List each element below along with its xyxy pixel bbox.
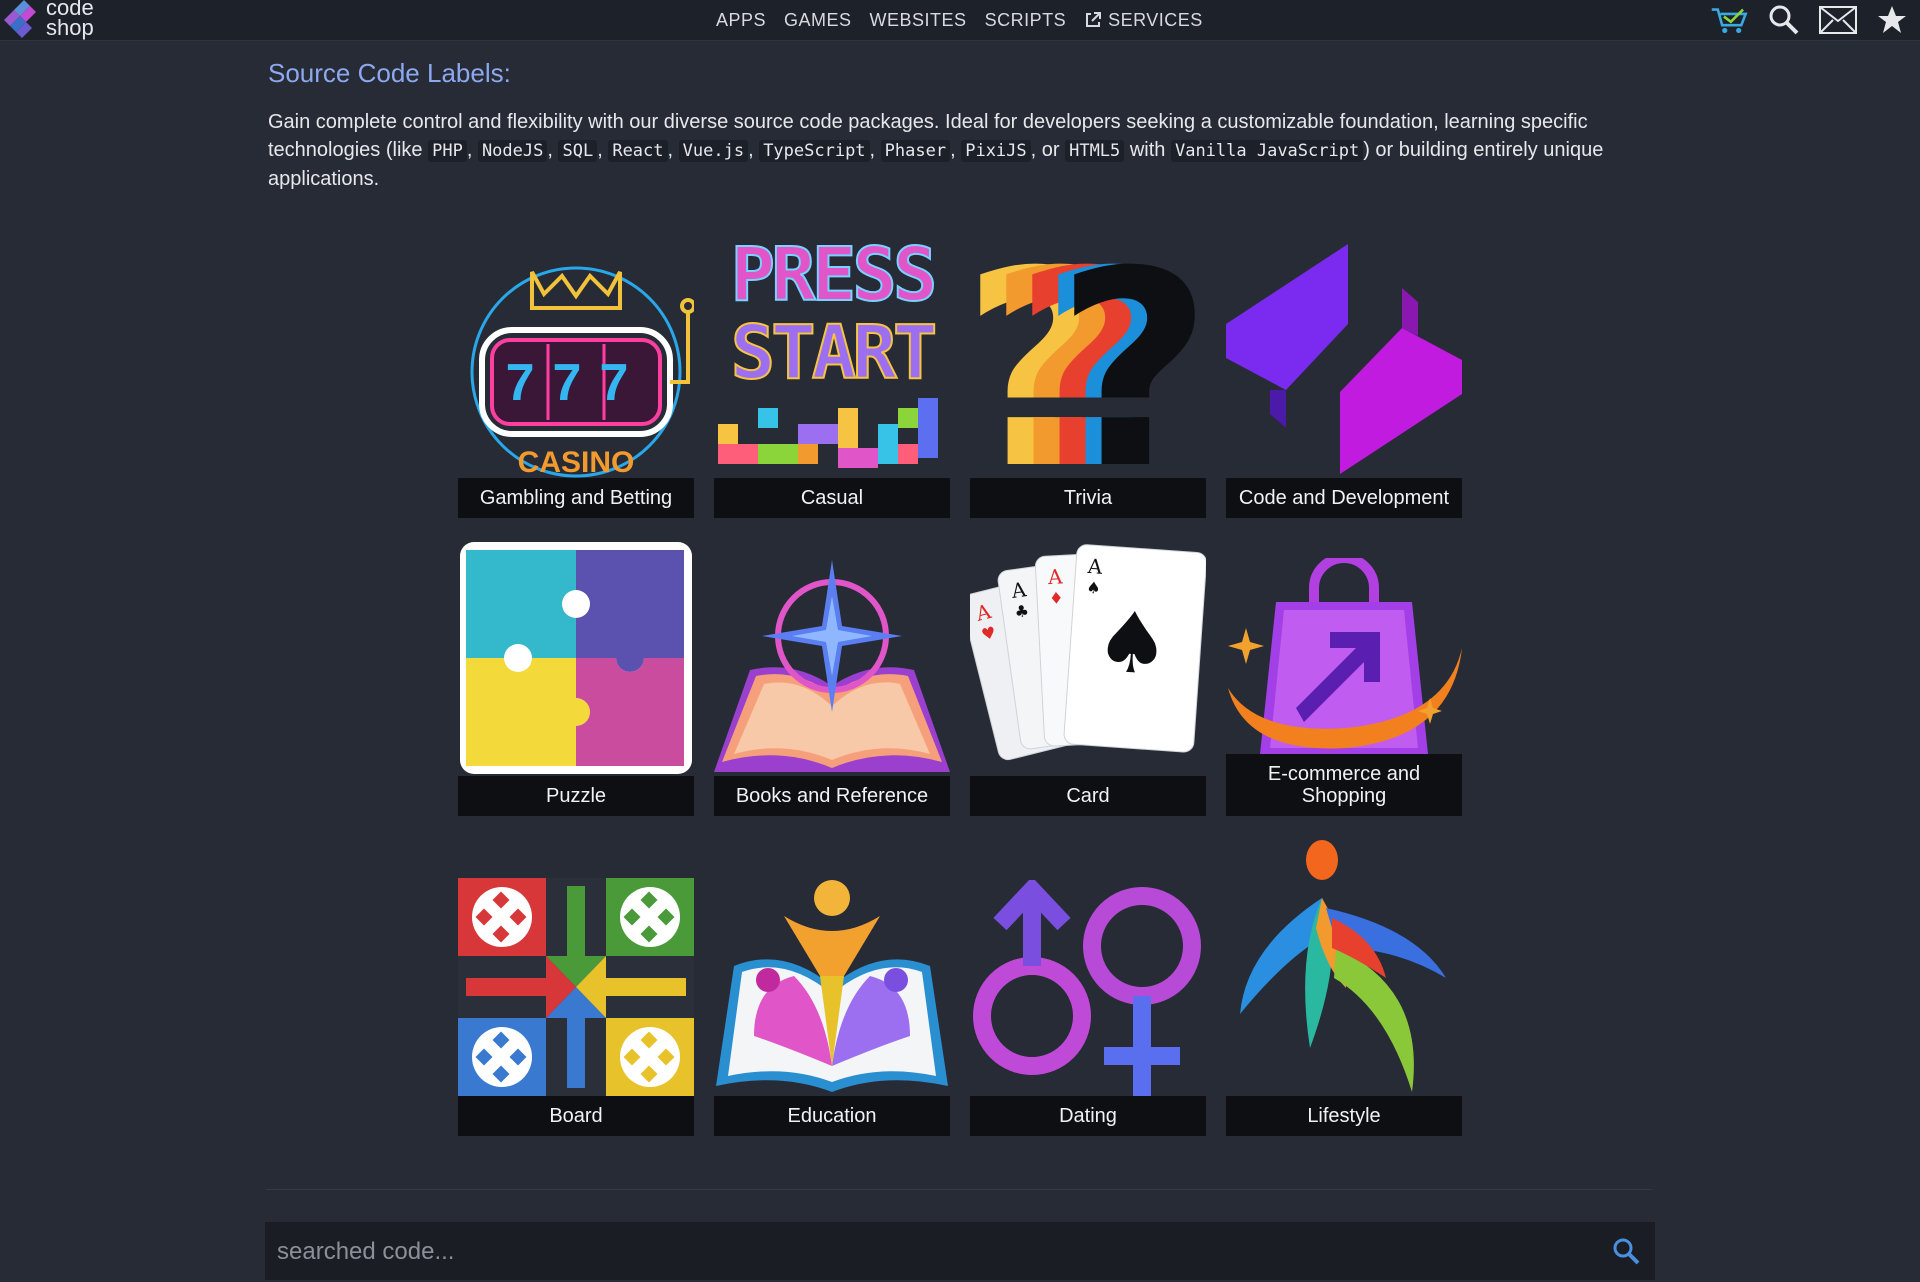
question-glyph: ? <box>1056 222 1206 478</box>
nav-services[interactable]: SERVICES <box>1084 10 1203 31</box>
code-search-input[interactable] <box>275 1222 1579 1282</box>
category-label: Education <box>714 1096 950 1136</box>
reels-text: 777 <box>506 354 647 412</box>
site-logo[interactable]: code shop <box>0 0 110 40</box>
intro-sep: , <box>466 139 478 161</box>
intro-sep: , <box>597 139 609 161</box>
external-link-icon <box>1086 12 1102 27</box>
intro-sep: , <box>869 139 881 161</box>
card-rank: A <box>1046 564 1063 589</box>
intro-sep: , <box>950 139 962 161</box>
card-rank: A <box>1086 554 1104 579</box>
intro-sep: , <box>547 139 559 161</box>
cart-button[interactable] <box>1710 2 1750 38</box>
gender-symbols-icon <box>973 880 1201 1096</box>
category-label: Lifestyle <box>1226 1096 1462 1136</box>
press-text: PRESS <box>731 238 934 318</box>
category-label: Trivia <box>970 478 1206 518</box>
logo-line-2: shop <box>46 15 94 40</box>
nav-games-label: GAMES <box>784 9 852 30</box>
category-card[interactable]: A ♥ A ♣ A ♦ A ♠ ♠ Card <box>970 542 1206 816</box>
section-divider <box>266 1189 1652 1190</box>
main-nav: APPS GAMES WEBSITES SCRIPTS SERVICES <box>716 0 1203 40</box>
category-books-and-reference[interactable]: Books and Reference <box>714 556 950 816</box>
casino-text: CASINO <box>518 446 635 478</box>
puzzle-icon <box>460 542 692 774</box>
nav-scripts[interactable]: SCRIPTS <box>985 10 1067 31</box>
category-board[interactable]: Board <box>458 878 694 1136</box>
section-intro: Gain complete control and flexibility wi… <box>268 108 1668 193</box>
category-dating[interactable]: Dating <box>970 880 1206 1136</box>
category-label: Dating <box>970 1096 1206 1136</box>
category-code-and-development[interactable]: Code and Development <box>1226 238 1462 518</box>
tetris-blocks <box>718 398 938 468</box>
nav-apps-label: APPS <box>716 9 767 30</box>
casino-slot-icon: 777 CASINO <box>470 266 694 478</box>
code-development-icon <box>1226 244 1462 474</box>
tech-vue: Vue.js <box>678 140 749 162</box>
code-search-bar <box>265 1222 1655 1282</box>
header-tools <box>1710 2 1912 38</box>
open-book-icon <box>716 880 948 1092</box>
mail-button[interactable] <box>1818 2 1858 38</box>
press-start-icon: PRESS START <box>718 238 940 468</box>
tech-html5: HTML5 <box>1065 140 1125 162</box>
category-label: Card <box>970 776 1206 816</box>
tech-php: PHP <box>428 140 467 162</box>
nav-scripts-label: SCRIPTS <box>984 9 1067 30</box>
nav-websites[interactable]: WEBSITES <box>870 10 967 31</box>
category-label: Gambling and Betting <box>458 478 694 518</box>
category-label: E-commerce and Shopping <box>1226 754 1462 816</box>
intro-sep: with <box>1124 139 1171 161</box>
nav-websites-label: WEBSITES <box>869 9 967 30</box>
nav-apps[interactable]: APPS <box>716 10 766 31</box>
category-puzzle[interactable]: Puzzle <box>458 540 694 816</box>
favorites-button[interactable] <box>1872 2 1912 38</box>
shopping-bag-icon <box>1228 558 1462 754</box>
tech-pixijs: PixiJS <box>961 140 1031 162</box>
start-text: START <box>731 310 935 396</box>
section-title: Source Code Labels: <box>268 58 511 88</box>
category-label: Casual <box>714 478 950 518</box>
category-label: Books and Reference <box>714 776 950 816</box>
category-casual[interactable]: PRESS START Casual <box>714 238 950 518</box>
search-button[interactable] <box>1764 2 1804 38</box>
category-trivia[interactable]: ? ? ? ? ? Trivia <box>970 222 1206 518</box>
tech-nodejs: NodeJS <box>477 140 548 162</box>
star-icon <box>1878 6 1906 33</box>
cart-icon <box>1711 8 1748 34</box>
intro-sep: , <box>667 139 679 161</box>
svg-text:♦: ♦ <box>1049 588 1064 608</box>
category-lifestyle[interactable]: Lifestyle <box>1226 838 1462 1136</box>
search-icon <box>1769 5 1799 35</box>
nav-services-label: SERVICES <box>1108 9 1203 30</box>
mail-icon <box>1819 6 1857 34</box>
top-navigation-bar: code shop APPS GAMES WEBSITES SCRIPTS SE… <box>0 0 1920 41</box>
logo-mark-icon <box>4 0 36 38</box>
logo-text: code shop <box>46 0 116 40</box>
tech-sql: SQL <box>558 140 598 162</box>
category-label: Code and Development <box>1226 478 1462 518</box>
tech-react: React <box>608 140 668 162</box>
category-label: Puzzle <box>458 776 694 816</box>
question-mark-icon: ? ? ? ? ? <box>970 222 1206 478</box>
svg-text:♠: ♠ <box>1092 592 1174 695</box>
tech-typescript: TypeScript <box>759 140 870 162</box>
ludo-board-icon <box>458 878 694 1096</box>
category-gambling-and-betting[interactable]: 777 CASINO Gambling and Betting <box>458 222 694 518</box>
lifestyle-figure-icon <box>1240 840 1446 1092</box>
category-label: Board <box>458 1096 694 1136</box>
intro-sep: , <box>748 139 760 161</box>
tech-phaser: Phaser <box>880 140 951 162</box>
playing-cards-icon: A♥ A♣ A♦ A♠♠ <box>970 544 1206 761</box>
search-icon[interactable] <box>1611 1236 1641 1266</box>
category-education[interactable]: Education <box>714 876 950 1136</box>
book-compass-icon <box>714 560 950 772</box>
svg-text:♣: ♣ <box>1013 601 1030 622</box>
tech-vanilla-js: Vanilla JavaScript <box>1170 140 1364 162</box>
intro-sep: , or <box>1030 139 1066 161</box>
category-e-commerce-and-shopping[interactable]: E-commerce and Shopping <box>1226 558 1462 816</box>
nav-games[interactable]: GAMES <box>784 10 852 31</box>
